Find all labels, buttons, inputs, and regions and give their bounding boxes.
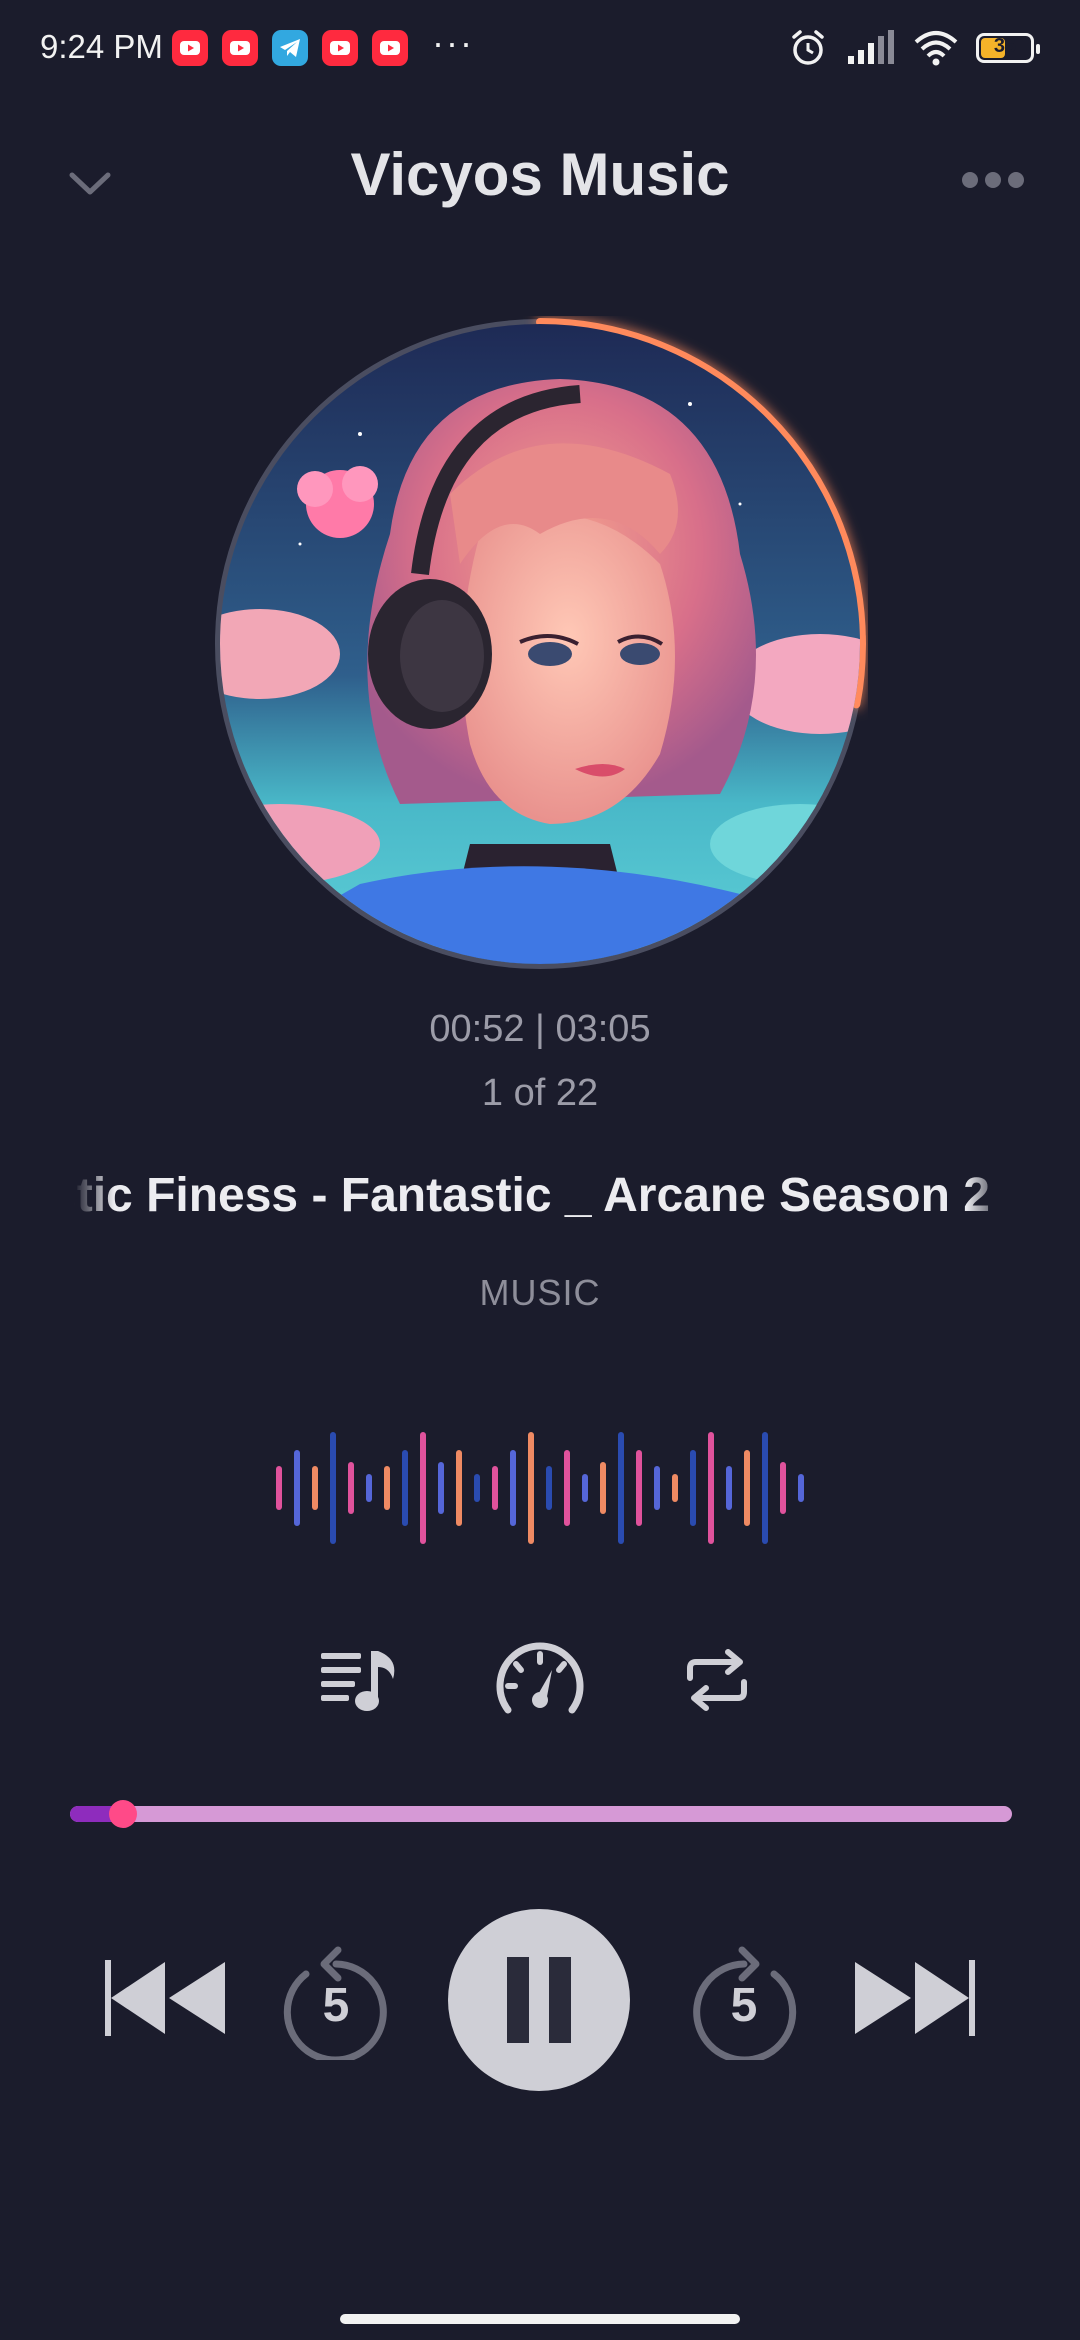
wave-bar (492, 1466, 498, 1510)
pause-icon (507, 1957, 571, 2043)
wave-bar (564, 1450, 570, 1526)
wave-bar (366, 1474, 372, 1502)
song-title: Fantastic Finess - Fantastic _ Arcane Se… (74, 1168, 1006, 1223)
secondary-controls (0, 1630, 1080, 1730)
wave-bar (528, 1432, 534, 1544)
wave-bar (348, 1462, 354, 1514)
wave-bar (762, 1432, 768, 1544)
skip-previous-icon (105, 1960, 225, 2036)
more-horizontal-icon (962, 172, 1024, 188)
rewind-5-button[interactable]: 5 (278, 1942, 394, 2060)
album-art (220, 324, 860, 964)
forward-seconds: 5 (730, 1979, 758, 2032)
skip-next-icon (855, 1960, 975, 2036)
seek-bar-track (70, 1806, 1012, 1822)
battery-level: 36 (993, 35, 1017, 57)
previous-button[interactable] (100, 1948, 230, 2048)
more-options-button[interactable] (958, 160, 1028, 200)
status-bar: 9:24 PM ··· 36 (0, 0, 1080, 96)
header: Vicyos Music (0, 130, 1080, 230)
wave-bar (510, 1450, 516, 1526)
wave-bar (438, 1462, 444, 1514)
wave-bar (708, 1432, 714, 1544)
wifi-icon (914, 31, 958, 66)
more-notifications-icon: ··· (432, 22, 474, 63)
home-indicator[interactable] (340, 2314, 740, 2324)
wave-bar (618, 1432, 624, 1544)
youtube-icon (222, 30, 258, 66)
next-button[interactable] (850, 1948, 980, 2048)
youtube-icon (322, 30, 358, 66)
page-title: Vicyos Music (350, 141, 730, 208)
signal-icon (848, 30, 894, 64)
wave-bar (726, 1466, 732, 1510)
album-art-container (212, 316, 868, 972)
battery-icon: 36 (976, 33, 1040, 63)
seek-bar[interactable] (70, 1800, 1012, 1828)
playlist-icon (321, 1651, 395, 1711)
wave-bar (456, 1450, 462, 1526)
wave-bar (474, 1474, 480, 1502)
pause-button[interactable] (448, 1909, 630, 2091)
wave-bar (276, 1466, 282, 1510)
wave-bar (636, 1450, 642, 1526)
youtube-icon (172, 30, 208, 66)
status-time: 9:24 PM (40, 28, 163, 65)
rewind-seconds: 5 (322, 1979, 350, 2032)
wave-bar (294, 1450, 300, 1526)
wave-bar (654, 1466, 660, 1510)
time-display: 00:52 | 03:05 (429, 1008, 651, 1050)
wave-bar (672, 1474, 678, 1502)
playback-speed-button[interactable] (490, 1630, 590, 1730)
transport-controls: 5 5 (0, 1906, 1080, 2096)
notification-icons (172, 30, 408, 66)
audio-visualizer (276, 1432, 804, 1544)
wave-bar (780, 1462, 786, 1514)
telegram-icon (272, 30, 308, 66)
artist-label: MUSIC (479, 1272, 601, 1313)
wave-bar (798, 1474, 804, 1502)
wave-bar (582, 1474, 588, 1502)
wave-bar (744, 1450, 750, 1526)
repeat-icon (687, 1649, 747, 1711)
wave-bar (402, 1450, 408, 1526)
alarm-icon (792, 30, 824, 65)
repeat-button[interactable] (667, 1630, 767, 1730)
track-position: 1 of 22 (481, 1072, 599, 1114)
wave-bar (330, 1432, 336, 1544)
playlist-button[interactable] (310, 1630, 410, 1730)
wave-bar (690, 1450, 696, 1526)
seek-bar-thumb[interactable] (108, 1800, 137, 1828)
wave-bar (420, 1432, 426, 1544)
wave-bar (312, 1466, 318, 1510)
speedometer-icon (496, 1642, 584, 1714)
wave-bar (546, 1466, 552, 1510)
wave-bar (384, 1466, 390, 1510)
forward-5-button[interactable]: 5 (686, 1942, 802, 2060)
status-indicators: 36 (788, 28, 1040, 68)
wave-bar (600, 1462, 606, 1514)
youtube-icon (372, 30, 408, 66)
song-title-text: Fantastic Finess - Fantastic _ Arcane Se… (74, 1169, 1006, 1222)
